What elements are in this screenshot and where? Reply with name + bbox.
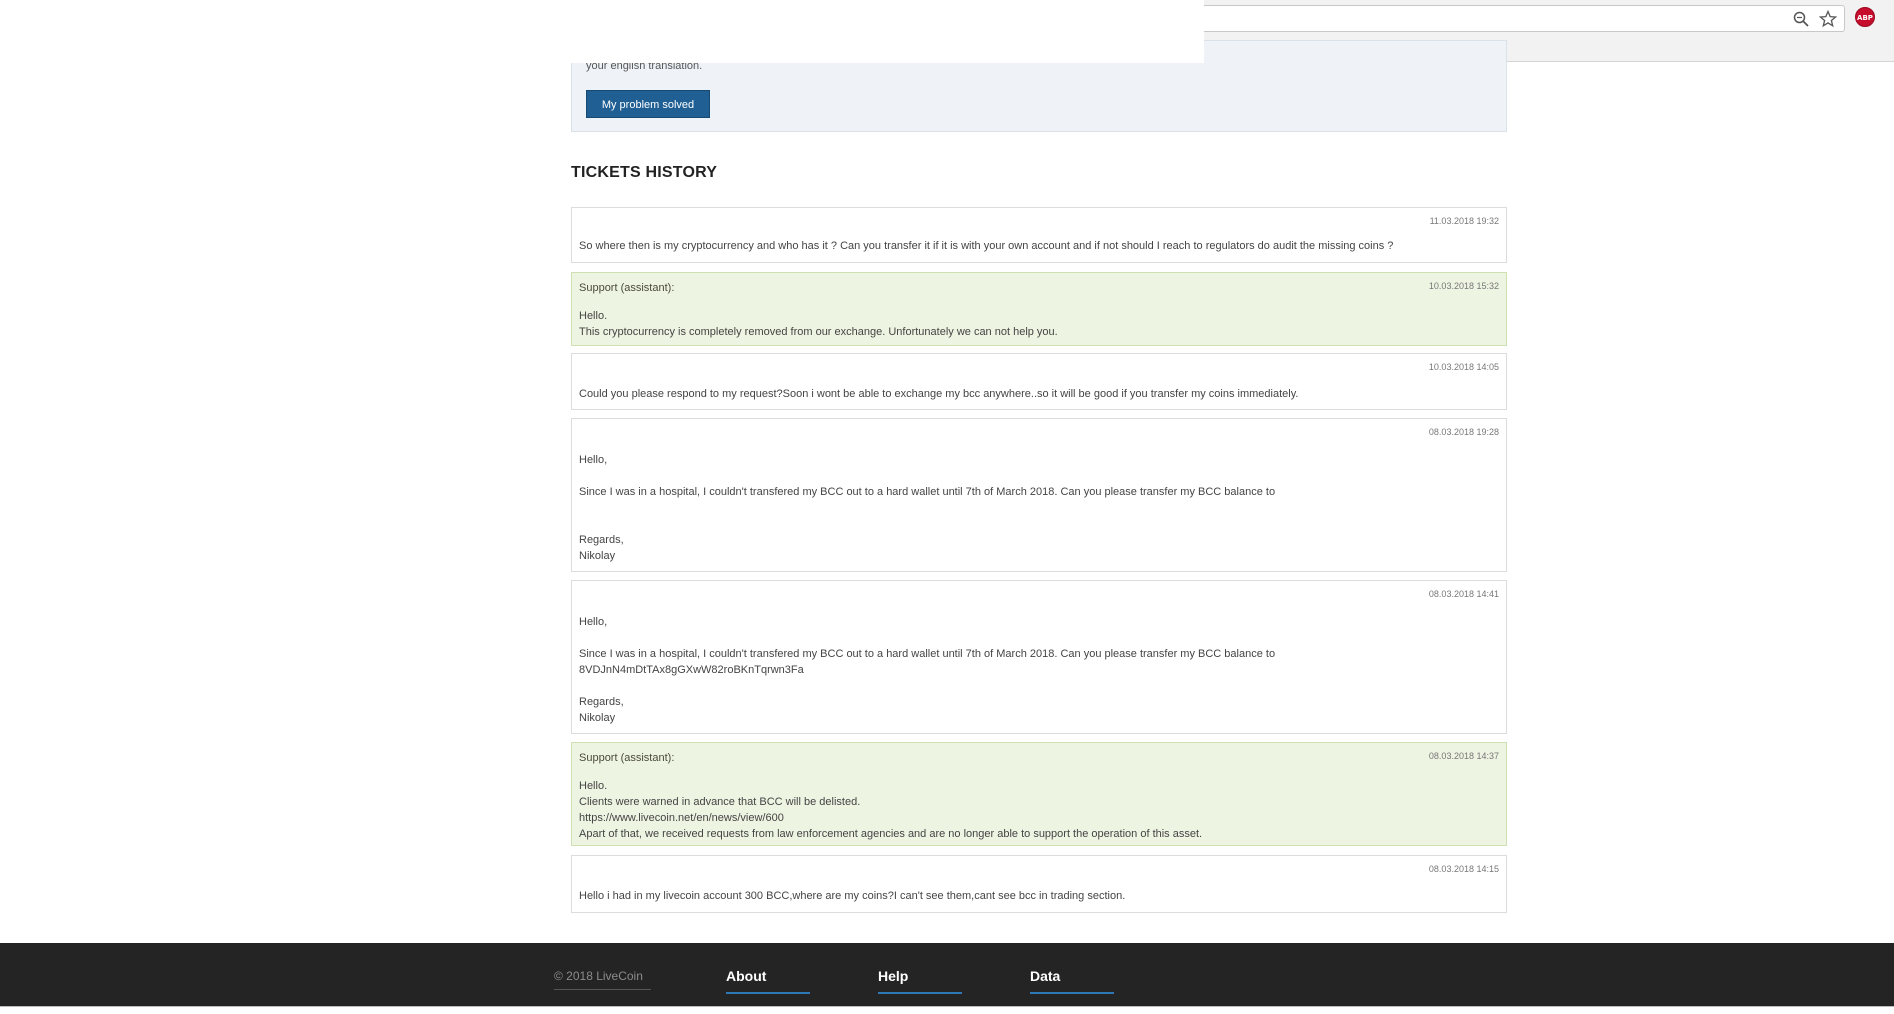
message-line: This cryptocurrency is completely remove… [579,326,1058,338]
tickets-history-title: TICKETS HISTORY [571,164,718,181]
message-body: Hello, Since I was in a hospital, I could… [579,614,1275,726]
footer-link-data[interactable]: Data [1030,968,1114,994]
message-date: 10.03.2018 15:32 [1428,281,1499,291]
bookmark-star-icon[interactable] [1818,9,1838,29]
message-line: Since I was in a hospital, I couldn't tr… [579,486,1276,498]
message-line: Hello, [579,616,608,628]
footer-link-about[interactable]: About [726,968,810,994]
problem-solved-button[interactable]: My problem solved [586,90,710,118]
message-line [579,516,1275,532]
message-line: Since I was in a hospital, I couldn't tr… [579,648,1276,660]
message-line: Hello. [579,310,608,322]
message-line [579,630,1275,646]
adblock-extension-icon[interactable]: ABP [1855,7,1875,27]
message-line: Clients were warned in advance that BCC … [579,796,861,808]
message-date: 10.03.2018 14:05 [1428,362,1499,372]
blank-occluder [0,0,1204,63]
message-body: So where then is my cryptocurrency and w… [579,238,1393,254]
zoom-icon[interactable] [1792,10,1810,28]
message-author: Support (assistant): [579,752,675,764]
message-body: Hello. This cryptocurrency is completely … [579,308,1058,340]
message-line [579,500,1275,516]
footer-link-help[interactable]: Help [878,968,962,994]
message-line: https://www.livecoin.net/en/news/view/60… [579,812,784,824]
message-line: So where then is my cryptocurrency and w… [579,240,1394,252]
message-date: 11.03.2018 19:32 [1429,216,1499,226]
message-line: Regards, [579,534,624,546]
message-line [579,678,1275,694]
user-message: 08.03.2018 14:41 Hello, Since I was in a h… [571,580,1507,734]
message-body: Could you please respond to my request?S… [579,386,1298,402]
copyright-text: © 2018 LiveCoin [554,969,651,990]
message-line: Hello. [579,780,608,792]
message-date: 08.03.2018 14:37 [1428,751,1499,761]
message-line: Nikolay [579,550,616,562]
message-line: Hello, [579,454,608,466]
message-line [579,468,1275,484]
message-line: Could you please respond to my request?S… [579,388,1299,400]
message-line: Hello i had in my livecoin account 300 B… [579,890,1126,902]
message-date: 08.03.2018 14:15 [1428,864,1499,874]
support-message: Support (assistant): 08.03.2018 14:37 Hell… [571,742,1507,846]
message-line: Regards, [579,696,624,708]
user-message: 08.03.2018 19:28 Hello, Since I was in a h… [571,418,1507,572]
site-footer: © 2018 LiveCoin About Help Data [0,943,1894,1014]
message-line: 8VDJnN4mDtTAx8gGXwW82roBKnTqrwn3Fa [579,664,804,676]
message-line: Apart of that, we received requests from… [579,828,1203,840]
message-date: 08.03.2018 19:28 [1428,427,1499,437]
message-date: 08.03.2018 14:41 [1428,589,1499,599]
message-author: Support (assistant): [579,282,675,294]
user-message: 11.03.2018 19:32 So where then is my cryp… [571,207,1507,263]
user-message: 10.03.2018 14:05 Could you please respond… [571,353,1507,410]
message-line: Nikolay [579,712,616,724]
user-message: 08.03.2018 14:15 Hello i had in my liveco… [571,855,1507,913]
message-body: Hello, Since I was in a hospital, I could… [579,452,1275,564]
support-message: Support (assistant): 10.03.2018 15:32 Hell… [571,272,1507,346]
message-body: Hello. Clients were warned in advance tha… [579,778,1202,842]
address-bar[interactable] [1204,5,1845,32]
bottom-strip [0,1006,1894,1014]
message-body: Hello i had in my livecoin account 300 B… [579,888,1125,904]
